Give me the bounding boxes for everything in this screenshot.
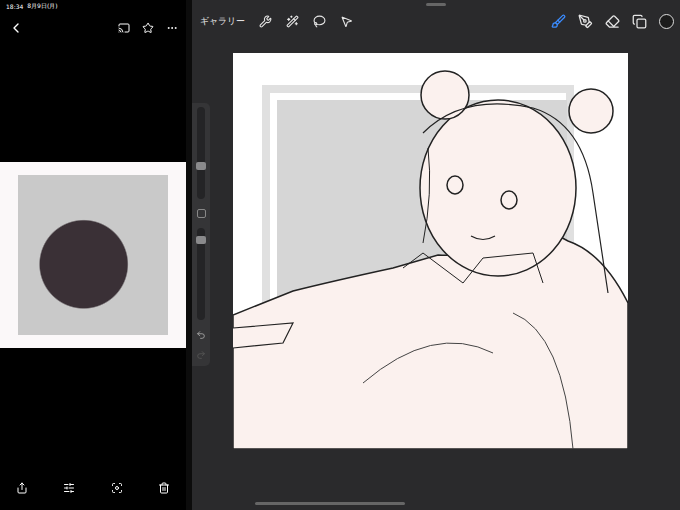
- status-time: 18:34: [6, 3, 23, 10]
- adjust-icon[interactable]: [286, 15, 299, 28]
- undo-icon: [196, 330, 206, 340]
- status-bar: 18:34 8月9日(月): [0, 0, 186, 12]
- side-bar: [192, 103, 210, 366]
- photos-bottom-bar: [0, 466, 186, 510]
- slider-thumb[interactable]: [196, 236, 206, 244]
- redo-button[interactable]: [196, 350, 206, 360]
- photo[interactable]: [0, 162, 186, 348]
- more-icon[interactable]: [166, 22, 178, 34]
- cast-icon[interactable]: [118, 22, 130, 34]
- eraser-icon: [605, 14, 620, 29]
- status-date: 8月9日(月): [27, 2, 57, 11]
- redo-icon: [196, 350, 206, 360]
- lens-icon[interactable]: [111, 482, 123, 494]
- back-icon[interactable]: [8, 20, 24, 36]
- selection-icon[interactable]: [313, 15, 326, 28]
- sketch-drawing[interactable]: [233, 53, 628, 449]
- brush-size-slider[interactable]: [197, 107, 205, 199]
- procreate-toolbar: ギャラリー: [192, 8, 680, 35]
- wrench-icon[interactable]: [259, 15, 272, 28]
- home-indicator[interactable]: [255, 502, 405, 505]
- photos-pane: 18:34 8月9日(月): [0, 0, 186, 510]
- canvas[interactable]: [233, 53, 628, 449]
- layers-tool[interactable]: [632, 14, 647, 29]
- ipad-screen: 18:34 8月9日(月) ギャラリー: [0, 0, 680, 510]
- layers-icon: [632, 14, 647, 29]
- trash-icon[interactable]: [158, 482, 170, 494]
- procreate-pane: ギャラリー: [192, 0, 680, 510]
- slider-thumb[interactable]: [196, 162, 206, 170]
- modify-button[interactable]: [197, 209, 206, 218]
- opacity-slider[interactable]: [197, 228, 205, 320]
- color-swatch[interactable]: [659, 14, 674, 29]
- photos-toolbar: [0, 12, 186, 44]
- eraser-tool[interactable]: [605, 14, 620, 29]
- undo-button[interactable]: [196, 330, 206, 340]
- smudge-icon: [578, 14, 593, 29]
- multitask-handle[interactable]: [426, 3, 446, 6]
- transform-icon[interactable]: [340, 15, 353, 28]
- smudge-tool[interactable]: [578, 14, 593, 29]
- brush-icon: [551, 14, 566, 29]
- edit-icon[interactable]: [63, 482, 75, 494]
- gallery-button[interactable]: ギャラリー: [200, 15, 245, 28]
- star-icon[interactable]: [142, 22, 154, 34]
- brush-tool[interactable]: [551, 14, 566, 29]
- share-icon[interactable]: [16, 482, 28, 494]
